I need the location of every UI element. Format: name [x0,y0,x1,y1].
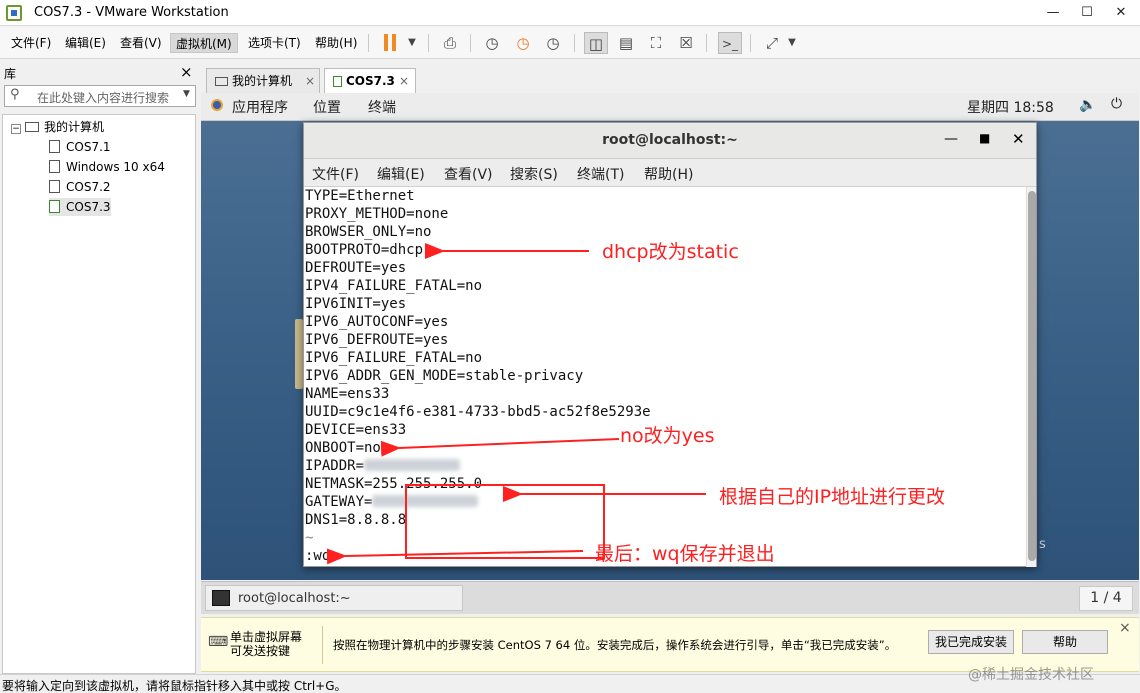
toolbar-separator [428,34,429,52]
tree-item-label: COS7.1 [66,140,111,154]
tab-my-computer[interactable]: 我的计算机 × [206,68,320,94]
arrow-onboot [380,438,620,457]
menu-tabs[interactable]: 选项卡(T) [243,33,306,53]
close-icon[interactable]: ✕ [1104,0,1138,26]
taskbar-item-label: root@localhost:~ [238,591,351,606]
arrow-save [326,548,584,565]
window-title: COS7.3 - VMware Workstation [34,5,229,20]
search-placeholder: 在此处键入内容进行搜索 [37,91,170,105]
search-icon: ⚲ [10,87,20,102]
console-view-icon[interactable]: >_ [718,32,742,54]
stretch-dropdown-icon[interactable]: ▼ [780,32,804,54]
tab-close-icon[interactable]: × [305,69,315,93]
menu-vm[interactable]: 虚拟机(M) [170,33,238,53]
tree-item-label: COS7.3 [66,200,111,214]
keyboard-icon: ⌨ [208,634,229,650]
collapse-icon[interactable]: − [11,124,21,134]
tree-item-win10[interactable]: Windows 10 x64 [49,158,165,176]
vm-screen[interactable]: 应用程序 位置 终端 星期四 18:58 🔈 ⏻ s root@localhos… [201,93,1139,580]
vm-running-icon [333,76,342,87]
guest-taskbar: root@localhost:~ 1 / 4 [201,581,1139,614]
pause-icon[interactable] [384,34,388,51]
menu-toolbar: 文件(F) 编辑(E) 查看(V) 虚拟机(M) 选项卡(T) 帮助(H) ▼ … [0,27,1140,59]
computer-icon [215,77,228,86]
pause-icon-bar[interactable] [392,34,396,51]
tree-root-label: 我的计算机 [44,120,105,134]
hint-message: 按照在物理计算机中的步骤安装 CentOS 7 64 位。安装完成后，操作系统会… [333,638,897,652]
toolbar-separator [750,34,751,52]
library-title: 库 [4,67,17,81]
unity-icon[interactable]: ☒ [674,32,698,54]
vm-icon [49,140,60,153]
menu-file[interactable]: 文件(F) [6,33,56,53]
revert-snapshot-icon[interactable]: ◷ [511,32,535,54]
annotation-save: 最后：wq保存并退出 [595,543,775,565]
toolbar-separator [470,34,471,52]
minimize-icon[interactable]: — [1036,0,1070,26]
library-tree: − 我的计算机 COS7.1 Windows 10 x64 COS7.2 COS7… [2,114,196,674]
tab-label: COS7.3 [346,74,395,88]
tree-root[interactable]: − 我的计算机 [11,118,104,136]
thumbnail-bar-icon[interactable]: ▤ [614,32,638,54]
hint-left-text: 单击虚拟屏幕 可发送按键 [230,630,303,658]
computer-icon [25,122,39,132]
menu-edit[interactable]: 编辑(E) [60,33,111,53]
toolbar-separator [368,34,369,52]
tab-close-icon[interactable]: × [399,69,409,93]
toolbar-separator [706,34,707,52]
send-ctrl-alt-del-icon[interactable]: ⎙ [438,32,462,54]
tree-item-label: Windows 10 x64 [66,160,165,174]
library-close-icon[interactable]: × [180,63,193,81]
maximize-icon[interactable]: ☐ [1070,0,1104,26]
annotation-arrows [326,243,706,565]
snapshot-icon[interactable]: ◷ [480,32,504,54]
vm-running-icon [49,200,60,213]
workspace-pager[interactable]: 1 / 4 [1079,586,1133,611]
show-library-icon[interactable]: ◫ [584,32,608,54]
annotation-ip: 根据自己的IP地址进行更改 [719,486,946,508]
title-bar: COS7.3 - VMware Workstation — ☐ ✕ [0,0,1140,26]
tab-label: 我的计算机 [232,74,293,88]
vm-icon [49,160,60,173]
search-dropdown-icon[interactable]: ▼ [183,89,190,99]
annotation-bootproto: dhcp改为static [602,241,739,263]
install-done-button[interactable]: 我已完成安装 [928,630,1014,654]
tree-item-cos73[interactable]: COS7.3 [49,198,111,216]
annotation-onboot: no改为yes [620,425,715,447]
vmware-logo-icon [6,5,22,21]
library-header: 库 × [0,61,200,83]
vm-icon [49,180,60,193]
watermark: @稀土掘金技术社区 [968,667,1094,683]
hint-close-icon[interactable]: × [1119,620,1131,636]
menu-view[interactable]: 查看(V) [115,33,167,53]
full-screen-icon[interactable]: ⛶ [644,32,668,54]
menu-help[interactable]: 帮助(H) [310,33,362,53]
status-text: 要将输入定向到该虚拟机，请将鼠标指针移入其中或按 Ctrl+G。 [2,679,347,693]
tree-item-cos72[interactable]: COS7.2 [49,178,111,196]
power-dropdown-icon[interactable]: ▼ [400,32,424,54]
tree-item-cos71[interactable]: COS7.1 [49,138,111,156]
snapshot-manager-icon[interactable]: ◷ [541,32,565,54]
help-button[interactable]: 帮助 [1022,630,1108,654]
terminal-icon [212,590,230,606]
tab-cos73[interactable]: COS7.3 × [324,68,416,94]
toolbar-separator [574,34,575,52]
hint-divider [322,626,323,664]
library-search-input[interactable]: ⚲ 在此处键入内容进行搜索 ▼ [4,85,196,107]
tree-item-label: COS7.2 [66,180,111,194]
taskbar-terminal-item[interactable]: root@localhost:~ [205,585,463,611]
